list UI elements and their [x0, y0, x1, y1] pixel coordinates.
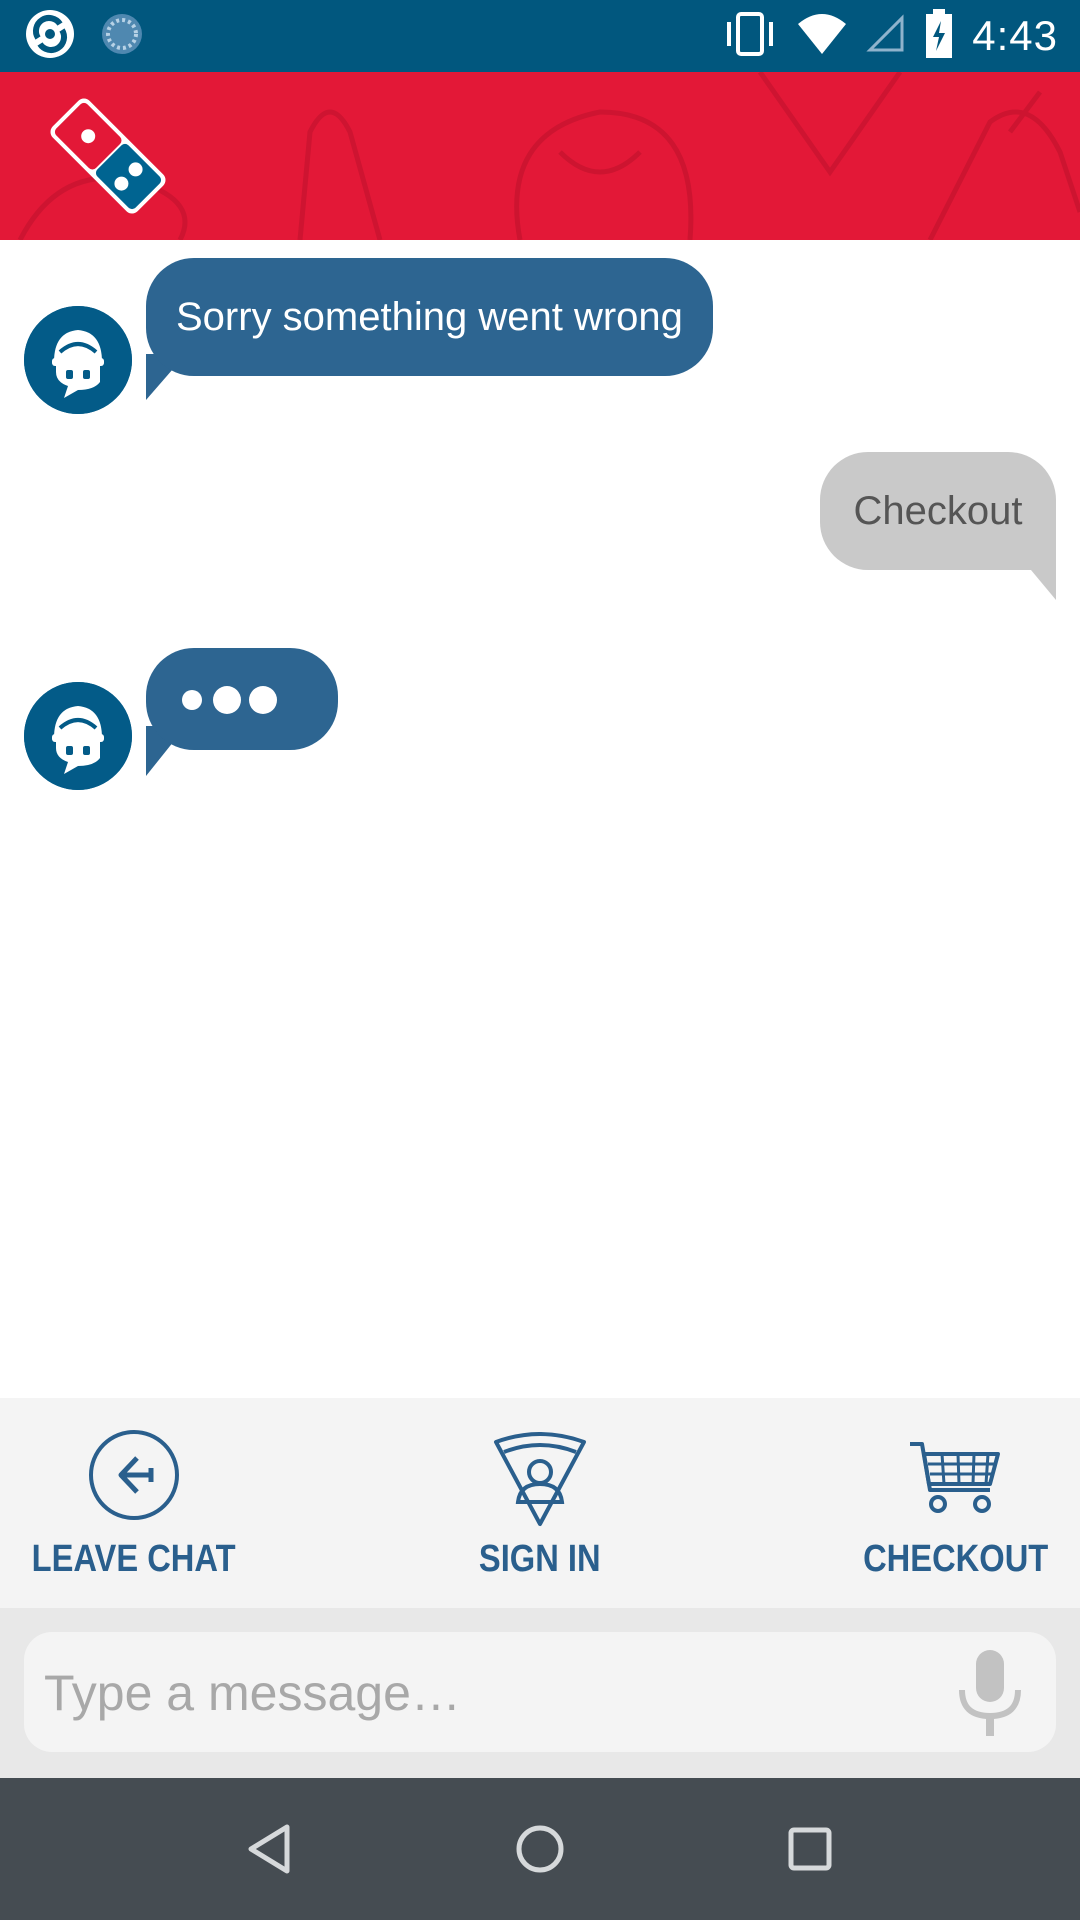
- sign-in-label: SIGN IN: [479, 1538, 601, 1580]
- chat-message-user: Checkout: [0, 452, 1080, 612]
- vibrate-icon: [722, 10, 778, 63]
- leave-chat-button[interactable]: LEAVE CHAT: [32, 1398, 236, 1608]
- chat-message-bot: Sorry something went wrong: [0, 258, 1080, 414]
- checkout-label: CHECKOUT: [863, 1538, 1049, 1580]
- app-header: [0, 72, 1080, 240]
- back-arrow-circle-icon: [89, 1430, 179, 1520]
- message-input[interactable]: [42, 1652, 926, 1734]
- user-pizza-slice-icon: [494, 1432, 586, 1526]
- status-time: 4:43: [972, 12, 1058, 59]
- bot-avatar-icon: [24, 682, 132, 790]
- dominos-logo-icon: [50, 98, 166, 214]
- battery-charging-icon: [924, 8, 954, 64]
- navigation-bar: [0, 1778, 1080, 1920]
- recents-icon: [788, 1827, 832, 1871]
- home-button[interactable]: [460, 1778, 620, 1920]
- typing-dots-icon: [182, 686, 277, 714]
- shopping-cart-icon: [910, 1442, 1000, 1513]
- sync-notification-icon: [100, 12, 144, 61]
- wifi-icon: [796, 12, 848, 61]
- app-notification-icon: [24, 8, 76, 65]
- back-button[interactable]: [190, 1778, 350, 1920]
- quick-actions-bar: LEAVE CHAT SIGN IN CHECKOUT: [0, 1398, 1080, 1608]
- chat-area[interactable]: Sorry something went wrong Checkout: [0, 240, 1080, 1398]
- cellular-signal-icon: [866, 13, 906, 59]
- sign-in-button[interactable]: SIGN IN: [440, 1398, 640, 1608]
- back-icon: [248, 1824, 290, 1874]
- message-field[interactable]: [24, 1632, 1056, 1752]
- home-icon: [516, 1825, 564, 1873]
- message-composer: [0, 1608, 1080, 1778]
- status-bar: 4:43: [0, 0, 1080, 72]
- microphone-icon[interactable]: [952, 1646, 1028, 1742]
- bot-avatar-icon: [24, 306, 132, 414]
- leave-chat-label: LEAVE CHAT: [32, 1538, 236, 1580]
- bot-message-bubble: Sorry something went wrong: [146, 258, 713, 376]
- chat-message-bot-typing: [0, 648, 1080, 798]
- user-message-bubble: Checkout: [820, 452, 1056, 570]
- recents-button[interactable]: [730, 1778, 890, 1920]
- checkout-button[interactable]: CHECKOUT: [856, 1398, 1056, 1608]
- typing-indicator: [146, 648, 338, 750]
